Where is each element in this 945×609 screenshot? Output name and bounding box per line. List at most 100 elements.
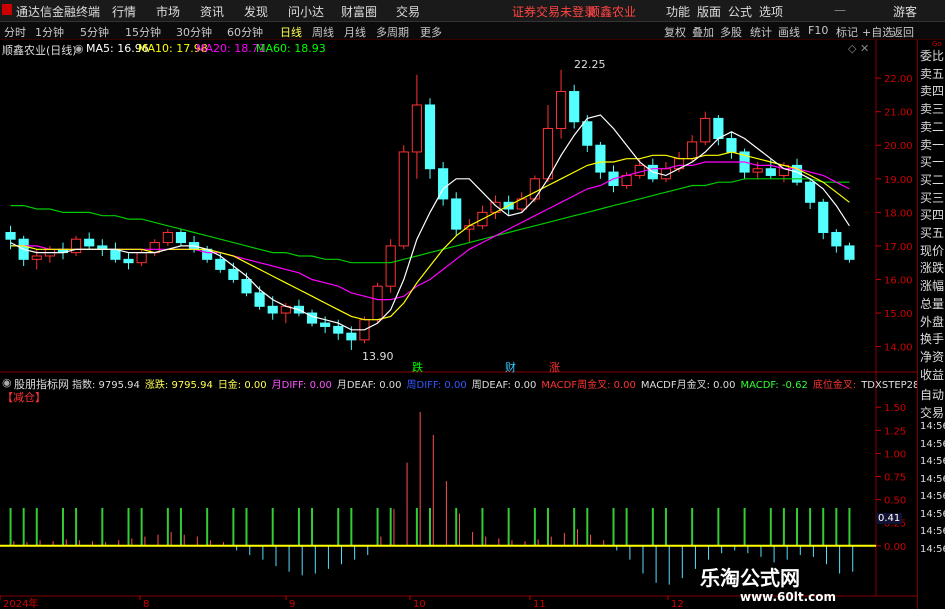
side-panel-label: 卖五 — [920, 66, 945, 81]
side-panel-label: 卖二 — [920, 119, 945, 134]
side-panel-time: 14:56 — [920, 526, 945, 537]
side-panel-label: 买三 — [920, 190, 945, 205]
indicator-legend-item: 指数: 9795.94 — [72, 380, 140, 391]
candle-body — [634, 164, 645, 176]
price-tick-label: 16.00 — [884, 275, 913, 286]
candle-body — [726, 138, 737, 153]
candle-body — [175, 231, 187, 244]
candle-body — [831, 231, 842, 247]
zhang-marker: 涨 — [549, 361, 560, 374]
candle-body — [569, 91, 580, 123]
indicator-legend-item: 月DEAF: 0.00 — [336, 380, 402, 391]
side-panel-label: 涨跌 — [920, 261, 945, 276]
time-tick-label: 9 — [289, 599, 295, 609]
price-tick-label: 21.00 — [884, 108, 913, 119]
indicator-tag: 【减仓】 — [2, 391, 46, 404]
candle-body — [621, 174, 632, 187]
side-panel-time: 14:56 — [920, 421, 945, 432]
indicator-legend-item: MACDF: -0.62 — [740, 380, 808, 391]
candle-body — [228, 268, 239, 280]
side-panel-time[interactable]: 交易 — [920, 404, 944, 421]
candle-body — [542, 127, 554, 180]
candle-body — [529, 178, 540, 200]
side-panel-time: 14:56 — [920, 491, 945, 502]
side-panel-label: 委比 — [920, 49, 945, 63]
candle-body — [110, 248, 121, 260]
candle-body — [136, 252, 147, 264]
side-panel-label: 卖三 — [920, 102, 945, 117]
candle-body — [700, 117, 711, 143]
kline-chart[interactable]: 14.00 15.00 16.00 17.00 18.00 19.00 20.00 21.00… — [0, 0, 945, 609]
candle-body — [84, 238, 95, 247]
candle-body — [31, 255, 42, 260]
candle-body — [451, 198, 462, 230]
high-price-label: 22.25 — [574, 58, 606, 71]
side-panel-label: 卖一 — [920, 137, 945, 152]
side-panel-label: 净资 — [920, 349, 945, 364]
price-tick-label: 20.00 — [884, 141, 913, 152]
indicator-settings-icon[interactable]: ◉ — [2, 376, 12, 389]
indicator-legend-item: 周DIFF: 0.00 — [406, 380, 467, 391]
candle-body — [844, 245, 855, 260]
candle-body — [267, 305, 278, 314]
chart-close-icon[interactable]: ◇ ✕ — [848, 42, 869, 55]
side-panel-label: 卖四 — [920, 84, 945, 99]
side-panel-label: 现价 — [920, 243, 945, 258]
indicator-tick-label: 0.50 — [884, 496, 906, 507]
side-panel-label: 总量 — [920, 296, 945, 311]
time-tick-label: 12 — [671, 599, 684, 609]
price-tick-label: 22.00 — [884, 74, 913, 85]
candle-body — [149, 242, 160, 254]
indicator-legend-item: 月DIFF: 0.00 — [271, 380, 332, 391]
time-tick-label: 11 — [533, 599, 546, 609]
candle-body — [713, 117, 724, 140]
ma60-label: MA60: 18.93 — [256, 42, 326, 55]
indicator-legend-item: 底位金叉: — [812, 380, 857, 391]
side-panel-time: 14:56 — [920, 543, 945, 555]
indicator-legend: 指数: 9795.94 涨跌: 9795.94 日金: 0.00 月DIFF: 0.0… — [72, 376, 941, 391]
indicator-legend-item: MACDF月金叉: 0.00 — [640, 380, 736, 391]
side-panel-time: 14:56 — [920, 456, 945, 467]
price-tick-label: 14.00 — [884, 343, 913, 354]
candle-body — [346, 332, 357, 341]
price-tick-label: 17.00 — [884, 242, 913, 253]
side-panel-label: 收益 — [920, 367, 945, 382]
candle-body — [818, 201, 829, 233]
candle-body — [372, 285, 383, 321]
candle-body — [765, 168, 776, 176]
candle-body — [333, 325, 344, 334]
candle-body — [555, 91, 567, 129]
candle-body — [385, 245, 396, 287]
candle-body — [595, 144, 606, 173]
side-panel-time[interactable]: 自动 — [920, 386, 944, 403]
low-price-label: 13.90 — [362, 350, 394, 363]
indicator-legend-item: 日金: 0.00 — [217, 380, 267, 391]
time-tick-label: 8 — [143, 599, 149, 609]
candle-body — [162, 231, 173, 244]
indicator-legend-item: MACDF周金叉: 0.00 — [541, 380, 636, 391]
candle-body — [215, 258, 226, 270]
candle-body — [805, 181, 816, 203]
candle-body — [752, 168, 763, 173]
time-tick-label: 2024年 — [3, 597, 38, 609]
indicator-tick-label: 1.25 — [884, 426, 906, 437]
ma60-line — [10, 178, 850, 264]
indicator-tick-label: 0.00 — [884, 542, 906, 553]
candle-body — [5, 231, 16, 240]
side-panel-label: 买五 — [920, 226, 945, 240]
candle-body — [320, 322, 331, 327]
watermark-url: www.60lt.com — [740, 590, 837, 604]
chart-title: 顺鑫农业(日线) — [2, 44, 77, 57]
side-panel-label: 买一 — [920, 155, 945, 170]
side-panel-label: 外盘 — [920, 314, 945, 329]
side-panel-time: 14:56 — [920, 508, 945, 520]
die-marker: 跌 — [412, 361, 423, 374]
indicator-tick-label: 0.75 — [884, 473, 906, 484]
price-tick-label: 15.00 — [884, 309, 913, 320]
indicator-legend-item: 涨跌: 9795.94 — [144, 380, 213, 391]
indicator-current-value: 0.41 — [876, 513, 903, 524]
candle-body — [254, 292, 265, 307]
chart-settings-icon[interactable]: ◉ — [74, 42, 84, 55]
time-tick-label: 10 — [413, 599, 426, 609]
side-panel-label: 买四 — [920, 208, 945, 223]
